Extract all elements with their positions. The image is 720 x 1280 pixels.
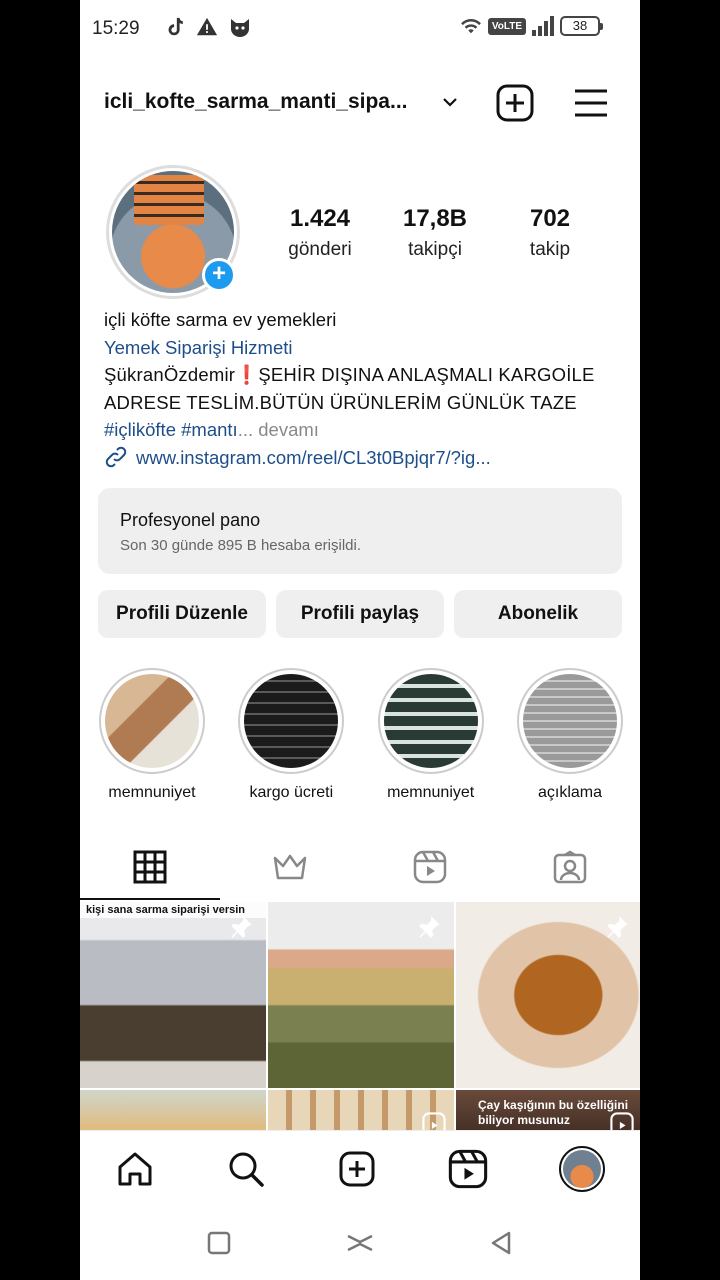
highlight-memnuniyet-2[interactable]: memnuniyet [375,668,487,802]
highlight-ring [99,668,205,774]
professional-dashboard-title: Profesyonel pano [120,510,261,530]
grid-post[interactable] [456,902,640,1088]
highlight-ring [238,668,345,774]
profile-action-buttons: Profili Düzenle Profili paylaş Abonelik [98,590,622,638]
highlight-label: kargo ücreti [249,784,334,801]
highlight-ring [516,668,623,774]
bio-hashtag-row: #içliköfte #mantı... devamı [104,416,624,444]
link-icon [105,447,127,468]
highlight-label: memnuniyet [387,784,475,801]
wifi-icon [460,18,481,34]
bio-line-1: ŞükranÖzdemir❗ŞEHİR DIŞINA ANLAŞMALI KAR… [104,364,595,385]
create-post-icon[interactable] [496,84,534,122]
highlight-label: memnuniyet [108,784,196,801]
stat-following-label: takip [529,239,571,260]
highlight-cover [522,674,617,768]
profile-stats: 1.424 gönderi 17,8B takipçi 702 takip [270,205,600,261]
tab-subscriptions[interactable] [220,832,360,902]
bio-line-2: ADRESE TESLİM.BÜTÜN ÜRÜNLERİM GÜNLÜK TAZ… [104,391,577,413]
grid-post[interactable]: kişi sana sarma siparişi versin [80,902,266,1088]
stat-posts-label: gönderi [288,239,352,260]
tiktok-icon [168,17,183,36]
add-icon[interactable] [337,1149,377,1189]
share-profile-button[interactable]: Profili paylaş [276,590,444,638]
stat-following-value: 702 [529,205,571,232]
stat-following[interactable]: 702 takip [500,205,600,261]
highlight-cover [105,674,199,768]
tab-grid[interactable] [80,832,220,902]
system-status-icons: VoLTE 38 [460,16,603,36]
highlight-kargo-ucreti[interactable]: kargo ücreti [235,668,347,802]
highlight-cover [383,674,478,768]
highlight-cover [244,674,339,768]
home-icon[interactable] [115,1149,155,1189]
stat-posts[interactable]: 1.424 gönderi [270,205,370,261]
home-gesture-icon[interactable] [345,1230,375,1256]
stat-followers-value: 17,8B [402,205,468,232]
warning-icon [196,17,218,36]
profile-bio: içli köfte sarma ev yemekleri Yemek Sipa… [104,306,624,471]
cat-icon [231,19,249,37]
status-time: 15:29 [92,18,140,39]
professional-dashboard-subtitle: Son 30 günde 895 B hesaba erişildi. [120,537,362,554]
story-highlights: memnuniyet kargo ücreti memnuniyet açıkl… [96,668,626,802]
instagram-profile-screen: 15:29 VoLTE 38 icli_kofte_sarma_manti_si… [80,0,640,1280]
tab-tagged[interactable] [500,832,640,902]
bottom-navigation [80,1130,640,1206]
highlight-ring [377,668,484,774]
crown-icon [273,854,307,880]
profile-avatar[interactable] [558,1145,605,1192]
edit-profile-button[interactable]: Profili Düzenle [98,590,266,638]
stat-followers-label: takipçi [408,239,462,260]
bio-link-text: www.instagram.com/reel/CL3t0Bpjqr7/?ig..… [136,446,491,468]
avatar-image [562,1149,601,1188]
volte-icon: VoLTE [487,17,526,35]
tab-reels[interactable] [360,832,500,902]
username-switcher[interactable]: icli_kofte_sarma_manti_sipa... [104,90,434,114]
bio-more-link[interactable]: ... devamı [238,419,319,440]
bio-link[interactable]: www.instagram.com/reel/CL3t0Bpjqr7/?ig..… [104,444,624,472]
stat-posts-value: 1.424 [289,205,351,232]
reels-icon [413,850,447,884]
subscription-button[interactable]: Abonelik [454,590,622,638]
add-story-icon[interactable]: + [202,258,236,292]
battery-icon: 38 [560,16,603,36]
status-bar: 15:29 VoLTE 38 [80,0,640,58]
chevron-down-icon[interactable] [440,92,460,112]
bio-display-name: içli köfte sarma ev yemekleri [104,309,337,330]
recents-icon[interactable] [206,1230,232,1256]
professional-dashboard[interactable]: Profesyonel pano Son 30 günde 895 B hesa… [98,488,622,574]
profile-tabs [80,832,640,902]
tagged-icon [553,850,587,884]
back-icon[interactable] [488,1230,514,1256]
pin-icon [607,916,628,938]
post-grid: kişi sana sarma siparişi versin Çay kaşı… [80,902,640,1140]
search-icon[interactable] [226,1149,266,1189]
grid-post[interactable] [268,902,454,1088]
active-tab-indicator [80,898,220,900]
profile-header: icli_kofte_sarma_manti_sipa... [80,72,640,134]
highlight-aciklama[interactable]: açıklama [514,668,626,802]
highlight-memnuniyet-1[interactable]: memnuniyet [96,668,208,802]
stat-followers[interactable]: 17,8B takipçi [385,205,485,261]
notification-icons [164,16,252,40]
menu-icon[interactable] [572,84,610,122]
bio-category[interactable]: Yemek Siparişi Hizmeti [104,334,624,362]
bio-hashtags[interactable]: #içliköfte #mantı [104,419,238,440]
reels-icon[interactable] [448,1149,488,1189]
highlight-label: açıklama [537,784,602,801]
grid-icon [133,850,167,884]
signal-icon [532,16,554,36]
pin-icon [419,916,440,938]
pin-icon [231,916,252,938]
system-navigation [80,1206,640,1280]
